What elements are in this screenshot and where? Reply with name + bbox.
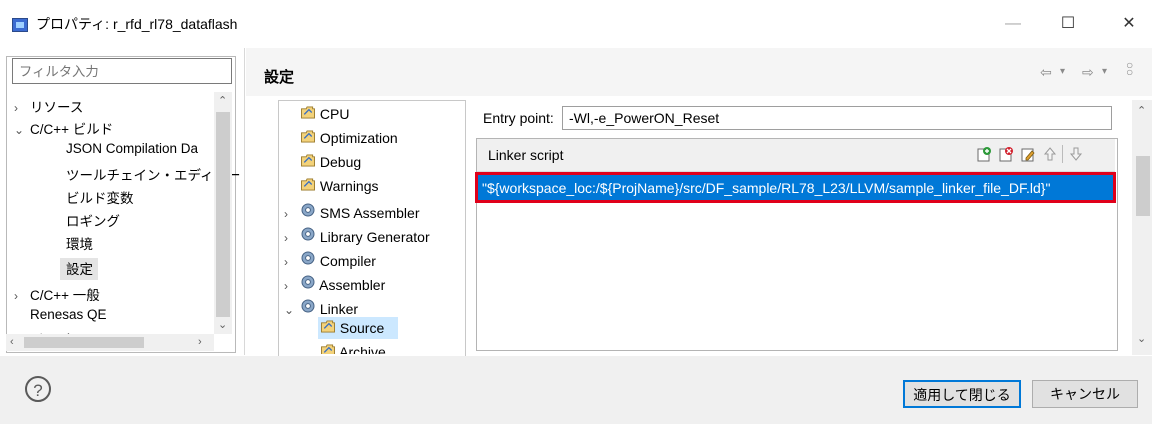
gear-icon (300, 298, 316, 314)
highlight-annotation-box (475, 172, 1116, 203)
settings-vertical-scrollbar[interactable] (1132, 100, 1152, 355)
settings-vertical-scroll-thumb[interactable] (1136, 156, 1150, 216)
app-icon (12, 18, 28, 32)
panel-divider[interactable] (244, 48, 245, 355)
page-header (246, 48, 1152, 96)
tool-item-assembler[interactable]: › Assembler (284, 274, 385, 293)
tool-item-library-generator[interactable]: › Library Generator (284, 226, 430, 245)
scroll-right-icon[interactable]: › (198, 336, 202, 348)
toolbar-separator (1062, 145, 1063, 163)
nav-item-logging[interactable]: ロギング (66, 210, 120, 230)
edit-icon[interactable] (1020, 146, 1036, 162)
back-arrow-icon[interactable]: ⇦ (1040, 64, 1052, 81)
view-menu-icon[interactable]: ○ ○ (1126, 59, 1133, 78)
scroll-up-icon[interactable]: ⌃ (218, 94, 227, 107)
scroll-down-icon[interactable]: ⌄ (218, 318, 227, 331)
cancel-button[interactable]: キャンセル (1032, 380, 1138, 408)
nav-vertical-scroll-thumb[interactable] (216, 112, 230, 317)
gear-icon (300, 226, 316, 242)
filter-input[interactable] (12, 58, 232, 84)
folder-icon (320, 320, 336, 333)
entry-point-label: Entry point: (483, 110, 554, 126)
nav-horizontal-scroll-thumb[interactable] (24, 337, 144, 348)
tool-item-debug[interactable]: Debug (284, 154, 361, 170)
move-down-icon[interactable] (1068, 146, 1084, 162)
scroll-left-icon[interactable]: ‹ (10, 336, 14, 348)
back-menu-chevron-icon[interactable]: ▾ (1060, 66, 1065, 77)
settings-scroll-up-icon[interactable]: ⌃ (1137, 104, 1146, 117)
folder-icon (300, 154, 316, 167)
entry-point-field[interactable] (562, 106, 1112, 130)
forward-arrow-icon[interactable]: ⇨ (1082, 64, 1094, 81)
gear-icon (300, 274, 316, 290)
apply-and-close-button[interactable]: 適用して閉じる (903, 380, 1021, 408)
folder-icon (300, 130, 316, 143)
nav-item-cpp-build[interactable]: ⌄ C/C++ ビルド (14, 118, 113, 138)
folder-icon (300, 106, 316, 119)
nav-item-json-compilation[interactable]: JSON Compilation Da (66, 141, 198, 156)
linker-script-title: Linker script (488, 147, 564, 163)
nav-item-environment[interactable]: 環境 (66, 233, 93, 253)
help-icon[interactable]: ? (25, 376, 51, 402)
tool-item-sms-assembler[interactable]: › SMS Assembler (284, 202, 419, 221)
gear-icon (300, 202, 316, 218)
delete-icon[interactable] (998, 146, 1014, 162)
move-up-icon[interactable] (1042, 146, 1058, 162)
tool-item-compiler[interactable]: › Compiler (284, 250, 376, 269)
maximize-button[interactable]: ☐ (1045, 8, 1091, 40)
tool-item-linker[interactable]: ⌄ Linker (284, 298, 358, 317)
add-icon[interactable] (976, 146, 992, 162)
gear-icon (300, 250, 316, 266)
tool-item-linker-source[interactable]: Source (320, 320, 384, 336)
folder-icon (320, 344, 336, 354)
nav-item-renesas-qe[interactable]: Renesas QE (30, 307, 107, 322)
close-button[interactable]: ✕ (1106, 8, 1152, 40)
minimize-button[interactable]: — (990, 8, 1036, 40)
nav-item-resource[interactable]: › リソース (14, 96, 83, 116)
tool-item-cpu[interactable]: CPU (284, 106, 349, 122)
tool-item-warnings[interactable]: Warnings (284, 178, 379, 194)
nav-item-settings[interactable]: 設定 (66, 258, 93, 278)
settings-scroll-down-icon[interactable]: ⌄ (1137, 332, 1146, 345)
nav-item-build-variables[interactable]: ビルド変数 (66, 187, 134, 207)
page-title: 設定 (264, 69, 295, 86)
nav-item-cpp-general[interactable]: › C/C++ 一般 (14, 284, 100, 304)
window-title: プロパティ: r_rfd_rl78_dataflash (36, 16, 238, 32)
tool-item-linker-archive[interactable]: Archive (320, 344, 386, 354)
forward-menu-chevron-icon[interactable]: ▾ (1102, 66, 1107, 77)
folder-icon (300, 178, 316, 191)
tool-item-optimization[interactable]: Optimization (284, 130, 398, 146)
